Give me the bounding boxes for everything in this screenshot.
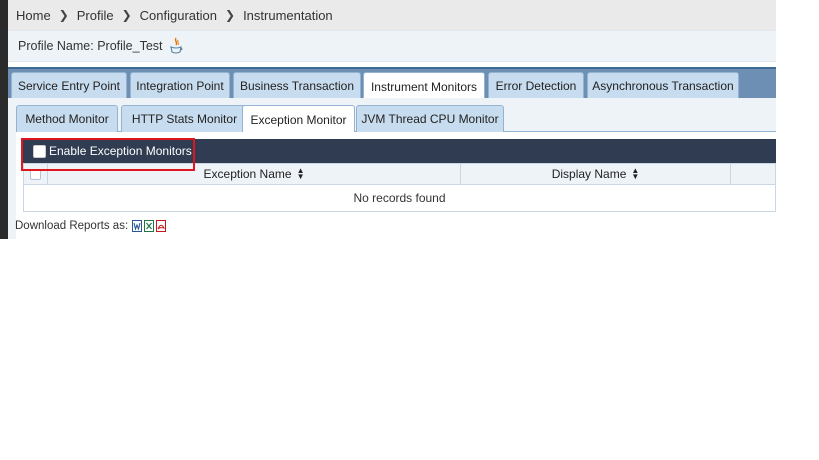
tab-label: HTTP Stats Monitor bbox=[131, 112, 238, 126]
java-icon bbox=[169, 37, 183, 54]
enable-exception-monitors-label[interactable]: Enable Exception Monitors bbox=[49, 144, 192, 158]
tab-method-monitor[interactable]: Method Monitor bbox=[16, 105, 118, 132]
sort-icon: ▲ ▼ bbox=[296, 166, 305, 181]
tab-label: Error Detection bbox=[495, 79, 577, 93]
column-label: Display Name bbox=[551, 167, 627, 181]
tab-label: Asynchronous Transaction bbox=[592, 79, 734, 93]
outer-tab-bar: Service Entry Point Integration Point Bu… bbox=[8, 67, 776, 101]
tab-label: Method Monitor bbox=[25, 112, 109, 126]
tab-label: Service Entry Point bbox=[17, 79, 121, 93]
app-window: Home ❯ Profile ❯ Configuration ❯ Instrum… bbox=[0, 0, 776, 239]
chevron-right-icon: ❯ bbox=[58, 8, 69, 22]
column-display-name[interactable]: Display Name ▲ ▼ bbox=[461, 164, 731, 184]
tab-business-transaction[interactable]: Business Transaction bbox=[233, 72, 361, 99]
profile-name-label: Profile Name: Profile_Test bbox=[18, 39, 163, 53]
chevron-right-icon: ❯ bbox=[121, 8, 132, 22]
column-exception-name[interactable]: Exception Name ▲ ▼ bbox=[48, 164, 461, 184]
grid-header: Exception Name ▲ ▼ Display Name ▲ ▼ bbox=[23, 163, 776, 185]
excel-icon[interactable] bbox=[144, 220, 155, 232]
left-edge-bar bbox=[0, 0, 8, 239]
empty-message: No records found bbox=[23, 185, 776, 212]
download-label: Download Reports as: bbox=[15, 220, 129, 232]
profile-bar: Profile Name: Profile_Test bbox=[8, 30, 776, 62]
tab-label: Instrument Monitors bbox=[370, 80, 478, 94]
download-reports: Download Reports as: bbox=[15, 219, 167, 233]
tab-asynchronous-transaction[interactable]: Asynchronous Transaction bbox=[587, 72, 739, 99]
breadcrumb-home[interactable]: Home bbox=[16, 8, 51, 23]
column-label: Exception Name bbox=[203, 167, 292, 181]
select-all-column bbox=[24, 164, 48, 184]
tab-jvm-thread-cpu-monitor[interactable]: JVM Thread CPU Monitor bbox=[356, 105, 504, 132]
word-icon[interactable] bbox=[132, 220, 143, 232]
pdf-icon[interactable] bbox=[156, 220, 167, 232]
enable-exception-monitors-header: Enable Exception Monitors bbox=[23, 139, 776, 163]
tab-instrument-monitors[interactable]: Instrument Monitors bbox=[363, 72, 485, 101]
tab-integration-point[interactable]: Integration Point bbox=[130, 72, 230, 99]
tab-label: Business Transaction bbox=[239, 79, 355, 93]
breadcrumb-configuration[interactable]: Configuration bbox=[140, 8, 217, 23]
tab-label: Integration Point bbox=[136, 79, 224, 93]
tab-service-entry-point[interactable]: Service Entry Point bbox=[11, 72, 127, 99]
enable-exception-monitors-checkbox[interactable] bbox=[33, 144, 46, 158]
breadcrumb: Home ❯ Profile ❯ Configuration ❯ Instrum… bbox=[8, 0, 776, 30]
inner-tab-bar: Method Monitor HTTP Stats Monitor Except… bbox=[16, 104, 776, 133]
tab-label: JVM Thread CPU Monitor bbox=[361, 112, 499, 126]
breadcrumb-instrumentation: Instrumentation bbox=[243, 7, 333, 23]
tab-label: Exception Monitor bbox=[250, 112, 347, 127]
sort-icon: ▲ ▼ bbox=[631, 166, 640, 181]
tab-exception-monitor[interactable]: Exception Monitor bbox=[242, 105, 355, 133]
select-all-checkbox[interactable] bbox=[30, 168, 41, 180]
tab-http-stats-monitor[interactable]: HTTP Stats Monitor bbox=[121, 105, 248, 132]
column-extra bbox=[731, 164, 775, 184]
instrument-monitors-panel: Method Monitor HTTP Stats Monitor Except… bbox=[8, 98, 776, 239]
breadcrumb-profile[interactable]: Profile bbox=[77, 8, 114, 23]
chevron-right-icon: ❯ bbox=[225, 8, 236, 22]
tab-error-detection[interactable]: Error Detection bbox=[488, 72, 584, 99]
